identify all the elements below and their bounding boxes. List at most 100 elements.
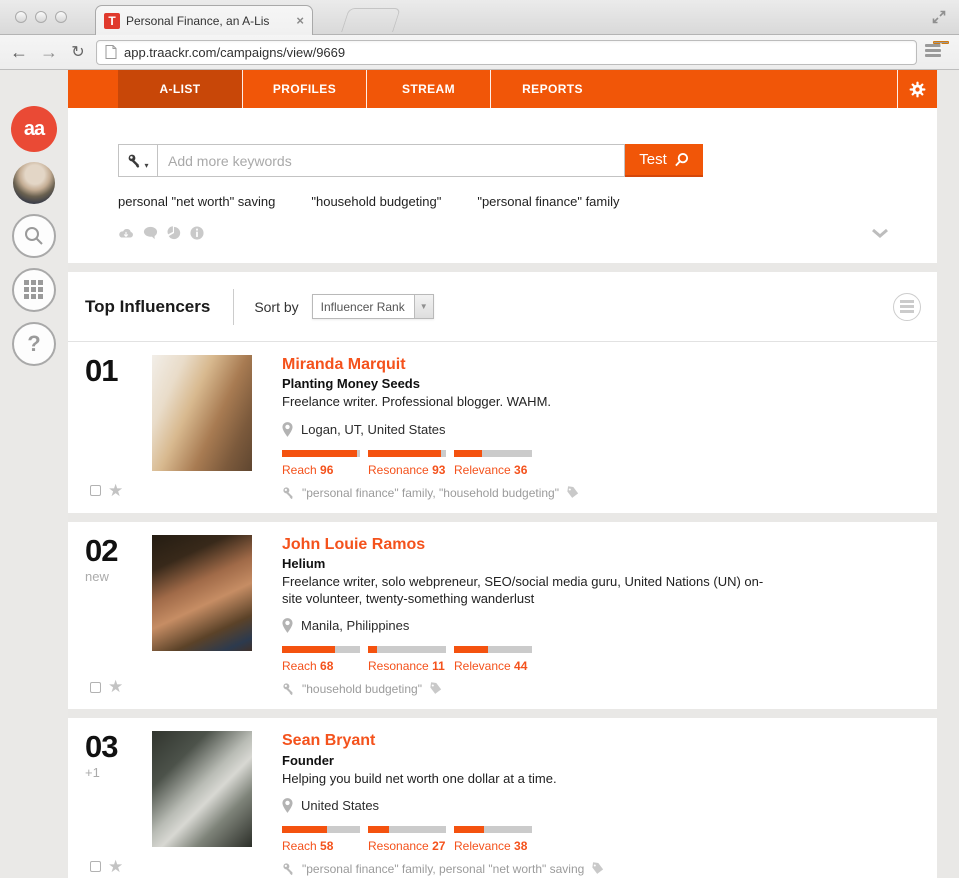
tag-icon[interactable]: [428, 682, 442, 696]
rank-change-note: +1: [85, 765, 152, 780]
zoom-window-button[interactable]: [55, 11, 67, 23]
influencer-name-link[interactable]: John Louie Ramos: [282, 536, 917, 554]
keyword-chip[interactable]: "household budgeting": [311, 194, 441, 209]
keyword-type-dropdown[interactable]: ▾: [118, 144, 157, 177]
rank-change-note: new: [85, 569, 152, 584]
question-icon: ?: [27, 331, 40, 357]
minimize-window-button[interactable]: [35, 11, 47, 23]
influencer-photo[interactable]: [152, 355, 252, 471]
new-tab-button[interactable]: [341, 8, 401, 32]
metric: Relevance 44: [454, 646, 532, 673]
cloud-download-icon[interactable]: [118, 227, 134, 240]
rank-number: 01: [85, 355, 152, 386]
metric-bar-fill: [454, 826, 484, 833]
fullscreen-expand-icon[interactable]: [931, 9, 947, 25]
location-text: Manila, Philippines: [301, 618, 409, 633]
sidebar-apps-button[interactable]: [12, 268, 56, 312]
keyword-chip[interactable]: "personal finance" family: [477, 194, 619, 209]
metric-bar-fill: [282, 826, 327, 833]
close-window-button[interactable]: [15, 11, 27, 23]
rank-column: 02 new ★: [85, 535, 152, 697]
tag-icon[interactable]: [590, 862, 604, 876]
influencer-photo[interactable]: [152, 535, 252, 651]
metric-label: Relevance 36: [454, 463, 532, 477]
metric: Resonance 27: [368, 826, 446, 853]
active-keywords: personal "net worth" saving "household bu…: [118, 194, 937, 209]
influencer-bio: Helping you build net worth one dollar a…: [282, 770, 780, 787]
update-badge: !: [933, 41, 949, 44]
sort-select[interactable]: Influencer Rank ▼: [312, 294, 434, 319]
influencer-row[interactable]: 02 new ★ John Louie Ramos Helium Freelan…: [68, 522, 937, 710]
expand-section-chevron[interactable]: [871, 228, 889, 239]
metric-bar-fill: [368, 826, 389, 833]
metric-bar-fill: [368, 646, 377, 653]
influencer-row[interactable]: 01 ★ Miranda Marquit Planting Money Seed…: [68, 342, 937, 513]
test-keywords-button[interactable]: Test: [625, 144, 703, 177]
select-checkbox[interactable]: [90, 682, 101, 693]
url-bar[interactable]: app.traackr.com/campaigns/view/9669: [96, 40, 917, 65]
page-title: Top Influencers: [85, 297, 210, 317]
chrome-menu-icon[interactable]: !: [925, 42, 947, 62]
influencer-bio: Freelance writer, solo webpreneur, SEO/s…: [282, 573, 780, 607]
location-row: Logan, UT, United States: [282, 422, 917, 437]
location-pin-icon: [282, 618, 293, 633]
tab-title: Personal Finance, an A-Lis: [126, 14, 290, 28]
rank-column: 03 +1 ★: [85, 731, 152, 876]
metric-bar-track: [282, 450, 360, 457]
influencer-photo[interactable]: [152, 731, 252, 847]
browser-tab[interactable]: T Personal Finance, an A-Lis ×: [95, 5, 313, 35]
nav-tab-stream[interactable]: STREAM: [366, 70, 490, 108]
caret-down-icon: ▾: [144, 161, 148, 170]
campaign-navbar: A-LISTPROFILESSTREAMREPORTS: [68, 70, 937, 108]
influencer-info: Sean Bryant Founder Helping you build ne…: [282, 731, 917, 876]
metric-label: Reach 68: [282, 659, 360, 673]
reload-button[interactable]: ↻: [68, 42, 88, 62]
list-view-toggle[interactable]: [893, 293, 921, 321]
nav-tab-alist[interactable]: A-LIST: [118, 70, 242, 108]
rank-column: 01 ★: [85, 355, 152, 500]
metric-bar-track: [368, 450, 446, 457]
add-keywords-input[interactable]: [157, 144, 625, 177]
metric-label: Relevance 38: [454, 839, 532, 853]
key-icon: [282, 862, 296, 876]
window-controls[interactable]: [15, 11, 67, 23]
matched-keywords-text: "household budgeting": [302, 682, 422, 696]
metric-bar-track: [454, 450, 532, 457]
metric-bar-fill: [368, 450, 441, 457]
favorite-star-icon[interactable]: ★: [108, 680, 123, 694]
nav-tab-reports[interactable]: REPORTS: [490, 70, 614, 108]
tag-icon[interactable]: [565, 486, 579, 500]
metric: Relevance 38: [454, 826, 532, 853]
traackr-logo[interactable]: aa: [11, 106, 57, 152]
metric-bar-track: [368, 646, 446, 653]
influencer-row[interactable]: 03 +1 ★ Sean Bryant Founder Helping you …: [68, 718, 937, 878]
location-text: Logan, UT, United States: [301, 422, 446, 437]
select-checkbox[interactable]: [90, 485, 101, 496]
metric: Resonance 11: [368, 646, 446, 673]
favorite-star-icon[interactable]: ★: [108, 860, 123, 874]
info-icon[interactable]: [190, 226, 204, 240]
sidebar-search-button[interactable]: [12, 214, 56, 258]
forward-button[interactable]: →: [38, 41, 60, 63]
nav-tab-profiles[interactable]: PROFILES: [242, 70, 366, 108]
sidebar-help-button[interactable]: ?: [12, 322, 56, 366]
page-icon: [105, 45, 117, 59]
select-checkbox[interactable]: [90, 861, 101, 872]
favorite-star-icon[interactable]: ★: [108, 484, 123, 498]
sort-select-arrow-icon[interactable]: ▼: [414, 295, 433, 318]
back-button[interactable]: ←: [8, 41, 30, 63]
comment-icon[interactable]: [143, 226, 158, 240]
metric-label: Reach 58: [282, 839, 360, 853]
metric-bar-fill: [454, 450, 482, 457]
user-avatar[interactable]: [13, 162, 55, 204]
keyword-chip[interactable]: personal "net worth" saving: [118, 194, 275, 209]
settings-button[interactable]: [897, 70, 937, 108]
influencer-list: 01 ★ Miranda Marquit Planting Money Seed…: [68, 342, 937, 878]
influencer-name-link[interactable]: Sean Bryant: [282, 732, 917, 750]
pie-chart-icon[interactable]: [167, 226, 181, 240]
metric-label: Relevance 44: [454, 659, 532, 673]
tab-close-icon[interactable]: ×: [296, 13, 304, 28]
influencer-name-link[interactable]: Miranda Marquit: [282, 356, 917, 374]
rank-number: 02: [85, 535, 152, 566]
metrics-row: Reach 96 Resonance 93 Relevance 36: [282, 450, 917, 477]
